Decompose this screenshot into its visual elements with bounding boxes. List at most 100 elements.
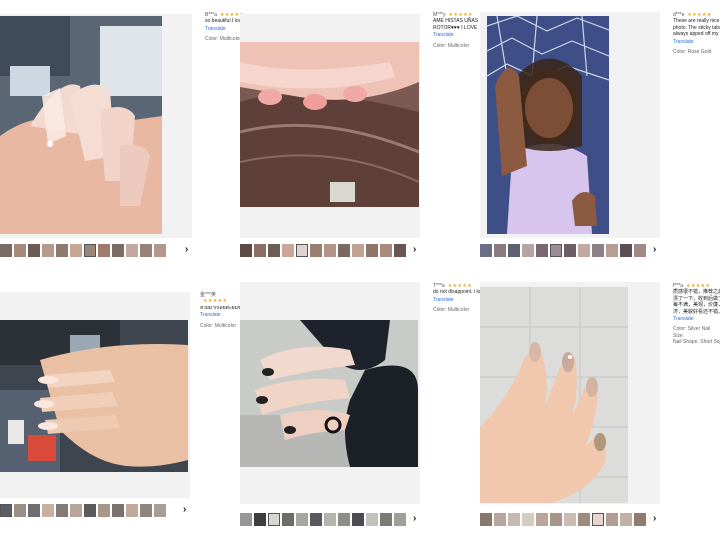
thumbnail[interactable]	[338, 244, 350, 257]
thumbnail[interactable]	[240, 244, 252, 257]
thumbnail[interactable]	[98, 244, 110, 257]
review-photo[interactable]	[240, 42, 419, 207]
thumbnail[interactable]	[84, 244, 96, 257]
thumbnail[interactable]	[254, 513, 266, 526]
thumbnail[interactable]	[240, 513, 252, 526]
translate-link[interactable]: Translate	[200, 312, 240, 318]
thumbnail[interactable]	[296, 244, 308, 257]
thumbnail[interactable]	[620, 513, 632, 526]
thumbnail[interactable]	[56, 504, 68, 517]
thumbnail[interactable]	[380, 513, 392, 526]
thumbnail[interactable]	[494, 513, 506, 526]
thumbnail[interactable]	[112, 244, 124, 257]
thumbnail[interactable]	[154, 244, 166, 257]
reviewer-name: B***a	[205, 12, 217, 18]
thumbnail[interactable]	[494, 244, 506, 257]
next-arrow-icon[interactable]: ›	[653, 514, 656, 524]
thumbnail[interactable]	[42, 244, 54, 257]
review-text-line2: ROTOR♥♥♥ I LOVE	[433, 24, 478, 31]
thumbnail[interactable]	[352, 244, 364, 257]
thumbnail[interactable]	[140, 504, 152, 517]
review-photo[interactable]	[487, 16, 609, 234]
thumbnail[interactable]	[522, 513, 534, 526]
review-text: AME HISTAS UÑAS SE	[433, 18, 487, 25]
review-photo[interactable]	[0, 320, 188, 472]
next-arrow-icon[interactable]: ›	[183, 505, 186, 515]
translate-link[interactable]: Translate	[673, 316, 720, 322]
thumbnail[interactable]	[592, 244, 604, 257]
review-text: สวยมากเลยค่ะผมชอบ ใส่ตัว	[200, 304, 261, 311]
thumbnail[interactable]	[380, 244, 392, 257]
review-text-line4: 济，美貌好看还不错。	[673, 308, 720, 315]
review-text: do not disappoint. i love	[433, 289, 486, 296]
thumbnail[interactable]	[154, 504, 166, 517]
reviewer-name: T***a	[433, 283, 445, 289]
thumbnail[interactable]	[28, 244, 40, 257]
rating-stars: ★★★★★	[203, 298, 228, 305]
review-photo[interactable]	[240, 320, 418, 467]
thumbnail[interactable]	[564, 513, 576, 526]
next-arrow-icon[interactable]: ›	[653, 245, 656, 255]
next-arrow-icon[interactable]: ›	[413, 514, 416, 524]
thumbnail[interactable]	[324, 244, 336, 257]
thumbnail[interactable]	[620, 244, 632, 257]
thumbnail[interactable]	[0, 504, 12, 517]
thumbnail[interactable]	[126, 244, 138, 257]
thumbnail[interactable]	[268, 513, 280, 526]
thumbnail[interactable]	[310, 244, 322, 257]
thumbnail[interactable]	[126, 504, 138, 517]
thumbnail[interactable]	[282, 244, 294, 257]
thumbnail[interactable]	[0, 244, 12, 257]
thumbnail[interactable]	[522, 244, 534, 257]
thumbnail[interactable]	[56, 244, 68, 257]
thumbnail[interactable]	[536, 513, 548, 526]
thumbnail[interactable]	[480, 513, 492, 526]
thumbnail-strip	[240, 243, 406, 258]
thumbnail[interactable]	[338, 513, 350, 526]
thumbnail[interactable]	[394, 513, 406, 526]
review-photo[interactable]	[480, 287, 628, 503]
translate-link[interactable]: Translate	[433, 297, 481, 303]
translate-link[interactable]: Translate	[433, 32, 481, 38]
next-arrow-icon[interactable]: ›	[185, 245, 188, 255]
thumbnail[interactable]	[282, 513, 294, 526]
thumbnail[interactable]	[536, 244, 548, 257]
thumbnail[interactable]	[84, 504, 96, 517]
thumbnail[interactable]	[268, 244, 280, 257]
thumbnail[interactable]	[634, 513, 646, 526]
thumbnail[interactable]	[310, 513, 322, 526]
thumbnail[interactable]	[394, 244, 406, 257]
thumbnail[interactable]	[366, 244, 378, 257]
thumbnail[interactable]	[564, 244, 576, 257]
thumbnail[interactable]	[634, 244, 646, 257]
thumbnail[interactable]	[42, 504, 54, 517]
thumbnail[interactable]	[112, 504, 124, 517]
thumbnail[interactable]	[98, 504, 110, 517]
thumbnail[interactable]	[508, 513, 520, 526]
review-photo[interactable]	[0, 16, 162, 234]
thumbnail[interactable]	[28, 504, 40, 517]
thumbnail[interactable]	[592, 513, 604, 526]
thumbnail[interactable]	[254, 244, 266, 257]
thumbnail[interactable]	[70, 504, 82, 517]
translate-link[interactable]: Translate	[673, 39, 720, 45]
thumbnail[interactable]	[550, 513, 562, 526]
thumbnail[interactable]	[70, 244, 82, 257]
reviewer-name: d***e	[673, 12, 685, 18]
next-arrow-icon[interactable]: ›	[413, 245, 416, 255]
thumbnail[interactable]	[140, 244, 152, 257]
thumbnail[interactable]	[606, 244, 618, 257]
thumbnail[interactable]	[606, 513, 618, 526]
thumbnail[interactable]	[352, 513, 364, 526]
thumbnail[interactable]	[550, 244, 562, 257]
thumbnail[interactable]	[578, 244, 590, 257]
thumbnail[interactable]	[296, 513, 308, 526]
thumbnail[interactable]	[14, 244, 26, 257]
thumbnail[interactable]	[366, 513, 378, 526]
thumbnail[interactable]	[480, 244, 492, 257]
thumbnail[interactable]	[324, 513, 336, 526]
thumbnail[interactable]	[508, 244, 520, 257]
thumbnail[interactable]	[14, 504, 26, 517]
review-color: Color: Multicolor	[200, 322, 237, 329]
thumbnail[interactable]	[578, 513, 590, 526]
